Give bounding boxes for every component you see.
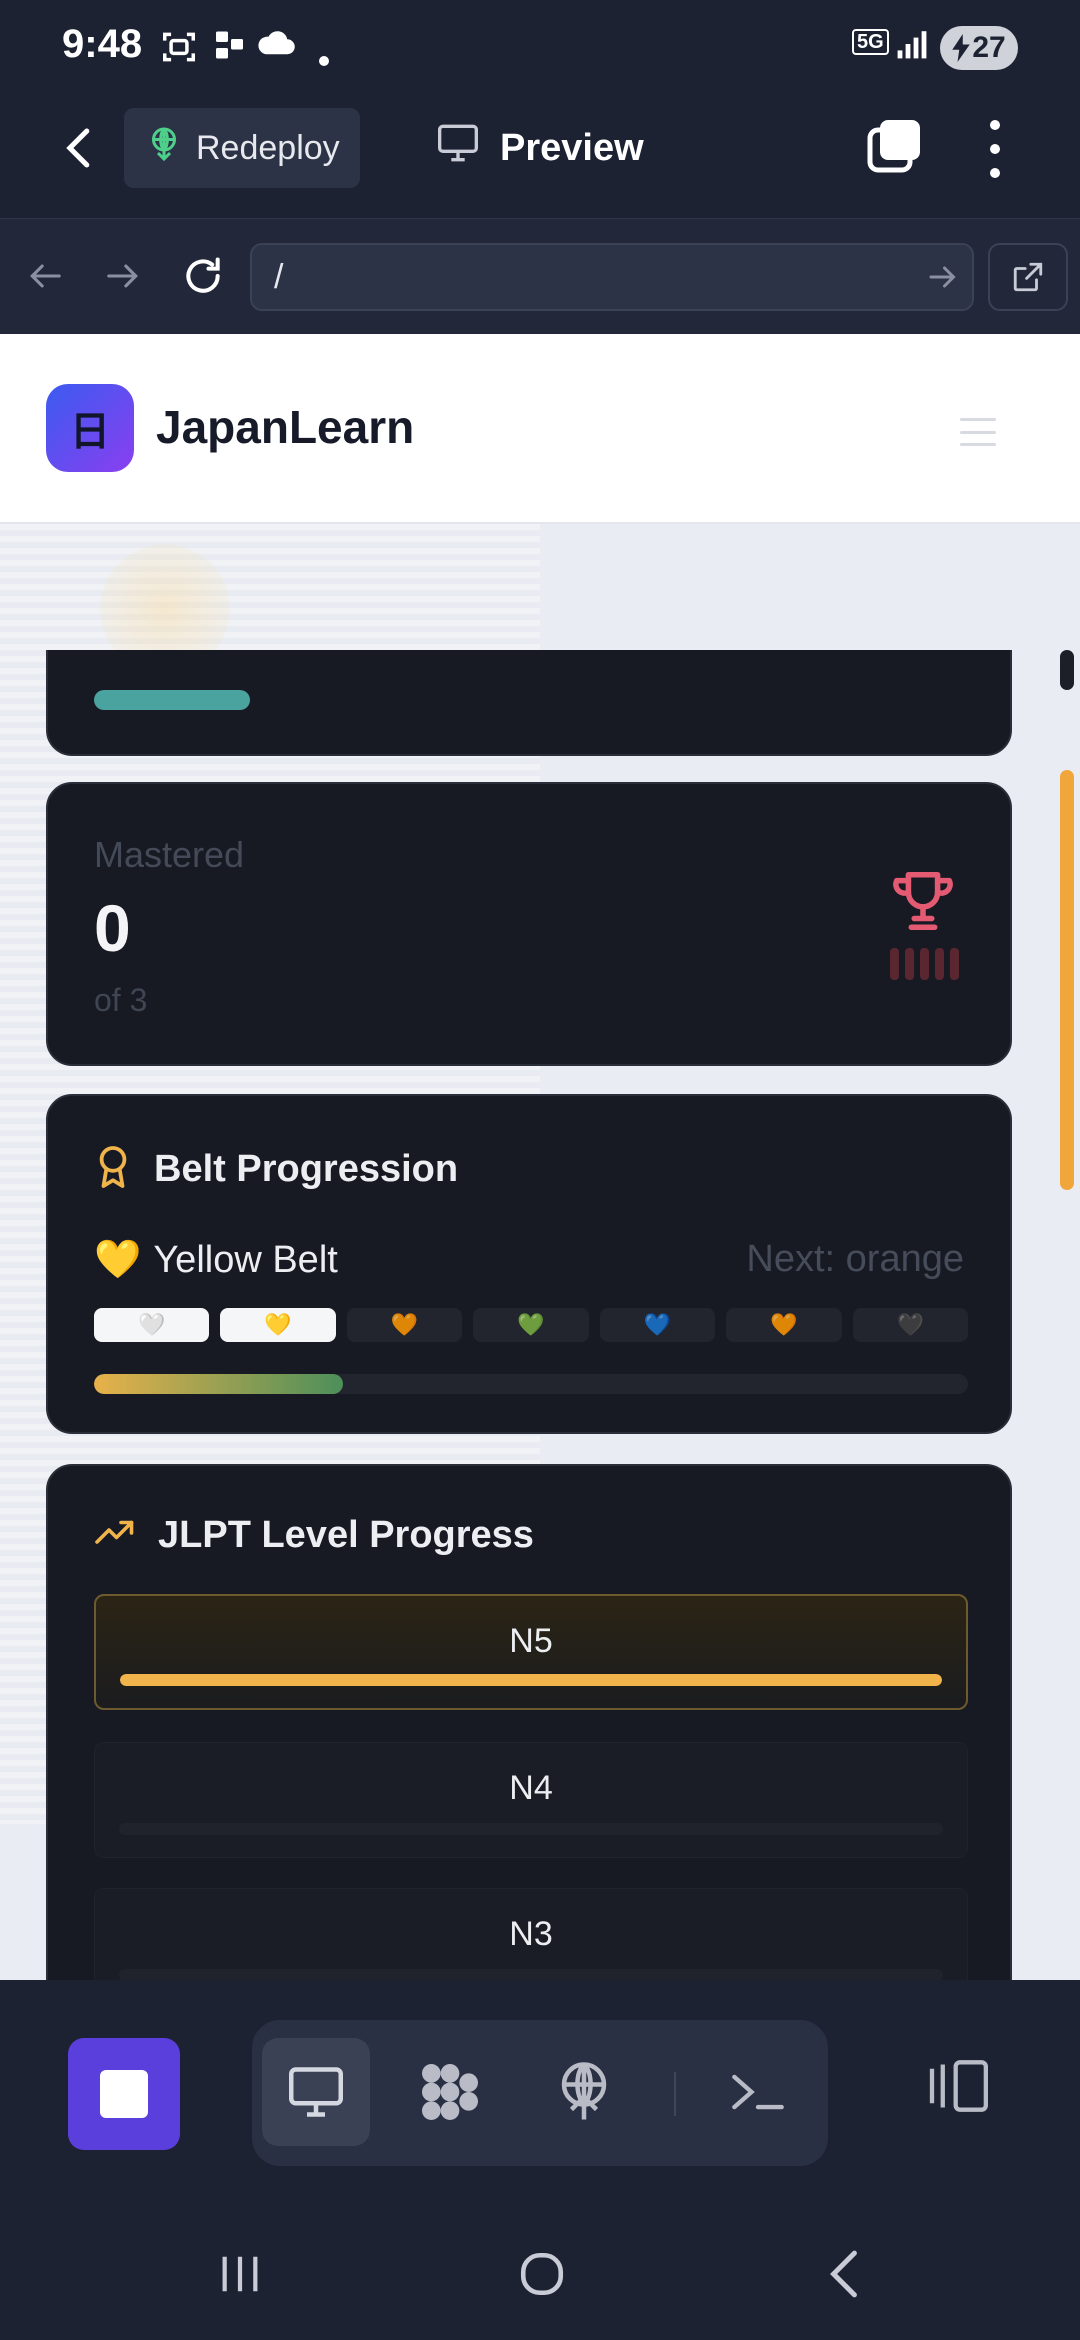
belt-chip: 🧡: [726, 1308, 842, 1342]
mastered-stat-card: Mastered 0 of 3: [46, 782, 1012, 1066]
url-input[interactable]: /: [250, 243, 974, 311]
status-time: 9:48: [62, 22, 143, 66]
jlpt-level-name: N3: [509, 1915, 553, 1953]
award-icon: [94, 1144, 132, 1195]
shell-tool-button[interactable]: [704, 2038, 812, 2146]
battery-indicator: 27: [940, 26, 1018, 70]
url-text: /: [274, 257, 284, 296]
belt-progress-fill: [94, 1374, 344, 1394]
site-header: 日 JapanLearn: [0, 334, 1080, 524]
trophy-icon: [888, 866, 958, 941]
go-arrow-icon[interactable]: [928, 257, 958, 306]
tool-divider: [674, 2072, 676, 2116]
jlpt-level-name: N5: [509, 1622, 553, 1660]
system-back-button[interactable]: [804, 2234, 884, 2314]
tabs-button[interactable]: [864, 116, 928, 180]
mastered-value: 0: [94, 891, 131, 965]
battery-level: 27: [972, 31, 1006, 64]
browser-back-button[interactable]: [18, 249, 72, 303]
mastered-label: Mastered: [94, 834, 245, 875]
split-view-button[interactable]: [920, 2046, 1000, 2126]
jlpt-progress-card: JLPT Level Progress N5 N4 N3: [46, 1464, 1012, 1980]
belt-chip: 🤍: [94, 1308, 210, 1342]
jlpt-level-n5[interactable]: N5: [94, 1594, 968, 1710]
dashboard-content[interactable]: Mastered 0 of 3 Belt Progression 💛 Yello…: [0, 650, 1080, 1980]
trophy-level-bars: [890, 948, 959, 980]
menu-icon[interactable]: [960, 418, 996, 446]
belt-heart-icon: 💙: [643, 1312, 672, 1337]
jlpt-level-track: [119, 1823, 943, 1835]
jlpt-level-n3[interactable]: N3: [94, 1888, 968, 1980]
current-belt-label: Yellow Belt: [153, 1238, 338, 1281]
mastered-total: of 3: [94, 982, 148, 1018]
preview-tool-button[interactable]: [262, 2038, 370, 2146]
home-button[interactable]: [502, 2234, 582, 2314]
scrollbar-thumb[interactable]: [1060, 770, 1074, 1190]
belt-chip: 💙: [599, 1308, 716, 1342]
redeploy-button[interactable]: Redeploy: [124, 108, 360, 188]
trending-up-icon: [94, 1518, 136, 1553]
browser-toolbar: /: [0, 218, 1080, 334]
webview: 日 JapanLearn Mastered 0 of 3 Belt Progre…: [0, 334, 1080, 1980]
recents-button[interactable]: [200, 2234, 280, 2314]
monitor-icon: [436, 123, 480, 173]
network-5g-icon: 5G: [852, 24, 889, 60]
belt-progress-track: [94, 1374, 968, 1394]
system-navigation: [0, 2190, 1080, 2340]
redeploy-icon: [146, 126, 182, 171]
screenshot-icon: [160, 28, 198, 73]
yellow-heart-icon: 💛: [94, 1239, 142, 1281]
reload-button[interactable]: [176, 249, 230, 303]
belt-chip: 💛: [220, 1308, 336, 1342]
preview-button[interactable]: Preview: [436, 108, 644, 188]
open-external-button[interactable]: [988, 243, 1068, 311]
belt-chip: 💚: [473, 1308, 589, 1342]
belt-chip-row: 🤍 💛 🧡 💚 💙 🧡 🖤: [94, 1308, 968, 1342]
next-belt-label: Next: orange: [746, 1238, 964, 1280]
site-name[interactable]: JapanLearn: [156, 400, 414, 454]
signal-icon: [896, 28, 928, 67]
redeploy-label: Redeploy: [196, 128, 340, 167]
jlpt-level-n4[interactable]: N4: [94, 1742, 968, 1858]
workflows-tool-button[interactable]: [396, 2038, 504, 2146]
browser-forward-button[interactable]: [96, 249, 150, 303]
belt-chip: 🧡: [346, 1308, 463, 1342]
preview-label: Preview: [500, 126, 644, 169]
tool-switcher: [252, 2020, 828, 2166]
belt-heart-icon: 💛: [264, 1312, 292, 1337]
jlpt-title: JLPT Level Progress: [158, 1514, 534, 1556]
more-options-button[interactable]: [970, 114, 1020, 184]
bottom-dock: [0, 1980, 1080, 2190]
app-toolbar: Redeploy Preview: [0, 96, 1080, 218]
back-button[interactable]: [48, 116, 112, 180]
belt-chip: 🖤: [852, 1308, 968, 1342]
belt-heart-icon: 💚: [517, 1312, 545, 1337]
belt-title: Belt Progression: [154, 1148, 459, 1190]
jlpt-level-fill: [120, 1674, 942, 1686]
stop-button[interactable]: [68, 2038, 180, 2150]
jlpt-level-track: [120, 1674, 942, 1686]
belt-heart-icon: 🧡: [390, 1312, 419, 1337]
current-belt: 💛 Yellow Belt: [94, 1238, 338, 1282]
dot-indicator-icon: [318, 38, 330, 74]
belt-heart-icon: 🖤: [896, 1312, 924, 1337]
scrollbar-top: [1060, 650, 1074, 690]
jlpt-level-name: N4: [509, 1769, 553, 1807]
status-bar: 9:48 5G 27: [0, 0, 1080, 96]
belt-heart-icon: 🤍: [138, 1312, 166, 1337]
site-logo[interactable]: 日: [46, 384, 134, 472]
belt-progression-card: Belt Progression 💛 Yellow Belt Next: ora…: [46, 1094, 1012, 1434]
cloud-icon: [256, 28, 296, 65]
stat-progress-bar: [94, 690, 250, 710]
jlpt-level-track: [119, 1969, 943, 1980]
deploy-tool-button[interactable]: [530, 2038, 638, 2146]
app-notification-icon: [216, 28, 246, 69]
progress-stat-card: [46, 650, 1012, 756]
belt-heart-icon: 🧡: [770, 1312, 798, 1337]
